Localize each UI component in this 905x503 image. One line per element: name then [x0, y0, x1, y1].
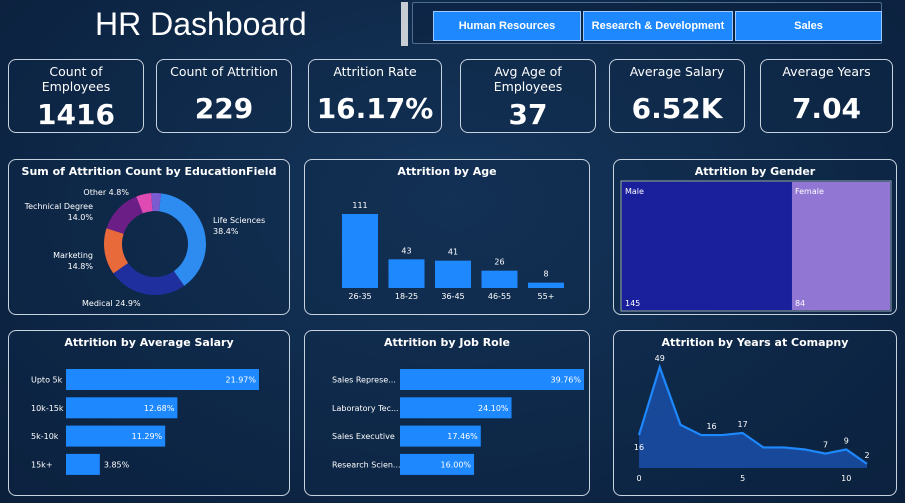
hbar-category-label: Laboratory Tec...: [332, 404, 399, 413]
hbar-value-label: 24.10%: [478, 404, 509, 413]
hbar-category-label: Sales Executive: [332, 432, 395, 441]
kpi-value: 16.17%: [316, 92, 434, 125]
kpi-label: Count of Attrition: [170, 64, 278, 79]
age-bar-value: 43: [401, 246, 411, 255]
donut-value: 14.0%: [68, 213, 94, 222]
gender-chart-panel: Attrition by Gender Male Female 145 84: [613, 159, 897, 315]
kpi-value: 229: [194, 92, 254, 125]
age-tick-label: 36-45: [441, 292, 464, 301]
hbar-category-label: Upto 5k: [31, 376, 63, 385]
age-bar: [435, 260, 471, 288]
job-role-bar-chart: Sales Represe... 39.76% Laboratory Tec... 2…: [332, 369, 584, 475]
department-slicer: Human Resources Research & Development S…: [412, 2, 882, 44]
slicer-human-resources-button[interactable]: Human Resources: [433, 11, 581, 41]
area-point-label: 2: [864, 451, 869, 460]
kpi-value: 37: [508, 98, 548, 131]
age-bar: [481, 270, 518, 288]
donut-value: 14.8%: [68, 262, 94, 271]
area-point-label: 17: [738, 420, 748, 429]
page-title: HR Dashboard: [95, 6, 307, 42]
slicer-sales-button[interactable]: Sales: [735, 11, 882, 41]
kpi-card-attrition-rate: Attrition Rate 16.17%: [308, 59, 442, 133]
education-field-chart-panel: Sum of Attrition Count by EducationField…: [8, 159, 290, 315]
treemap-value: 84: [795, 299, 805, 308]
age-bar: [528, 282, 564, 288]
hbar-category-label: Research Scien...: [332, 460, 401, 469]
age-bar-value: 111: [352, 201, 367, 210]
age-bar-value: 26: [494, 258, 504, 267]
age-chart-panel: Attrition by Age 111 26-35 43 18-25 41 36-45 2…: [304, 159, 590, 315]
education-field-donut-chart: Life Sciences 38.4% Medical 24.9% Marketing…: [24, 188, 266, 308]
hbar-category-label: 15k+: [31, 460, 53, 469]
kpi-label: Average Years: [782, 64, 871, 79]
age-tick-label: 26-35: [348, 292, 371, 301]
kpi-card-attrition-count: Count of Attrition 229: [156, 59, 292, 133]
kpi-label: Count of Employees: [41, 64, 111, 94]
kpi-label: Avg Age of Employees: [493, 64, 563, 94]
area-point-label: 49: [655, 354, 665, 363]
age-bar: [388, 259, 425, 288]
salary-chart-panel: Attrition by Average Salary Upto 5k 21.97…: [8, 330, 290, 496]
area-x-tick: 5: [740, 474, 745, 483]
treemap-cell-male: [622, 182, 792, 310]
kpi-value: 6.52K: [631, 92, 723, 125]
kpi-card-average-years: Average Years 7.04: [760, 59, 893, 133]
hbar-value-label: 21.97%: [225, 376, 256, 385]
hbar-value-label: 11.29%: [132, 432, 163, 441]
gender-treemap: Male Female 145 84: [620, 180, 892, 312]
age-bar-chart: 111 26-35 43 18-25 41 36-45 26 46-55 8 55+: [342, 201, 564, 301]
hbar-value-label: 39.76%: [550, 376, 581, 385]
area-x-tick: 10: [841, 474, 851, 483]
salary-bar-chart: Upto 5k 21.97% 10k-15k 12.68% 5k-10k 11.29% 15…: [31, 369, 259, 475]
slicer-research-development-button[interactable]: Research & Development: [583, 11, 733, 41]
hbar-value-label: 3.85%: [104, 460, 130, 469]
years-chart-panel: Attrition by Years at Comapny 16 49 16 17 7 9…: [613, 330, 897, 496]
donut-slice: [158, 193, 207, 286]
area-point-label: 16: [706, 422, 716, 431]
donut-label: Other 4.8%: [83, 188, 129, 197]
donut-value: 38.4%: [213, 227, 239, 236]
hbar-value-label: 12.68%: [144, 404, 175, 413]
hbar-value-label: 17.46%: [447, 432, 478, 441]
age-bar-value: 41: [448, 248, 458, 257]
donut-slice: [106, 196, 143, 234]
kpi-label: Average Salary: [629, 64, 725, 79]
kpi-value: 1416: [37, 98, 115, 131]
age-bar: [342, 214, 378, 288]
kpi-card-employees: Count of Employees 1416: [8, 59, 144, 133]
age-tick-label: 46-55: [488, 292, 511, 301]
area-point-label: 9: [844, 436, 849, 445]
hbar-category-label: 10k-15k: [31, 404, 64, 413]
area-x-tick: 0: [636, 474, 641, 483]
donut-label: Marketing: [53, 251, 93, 260]
donut-slice: [113, 263, 185, 295]
age-bar-value: 8: [543, 270, 548, 279]
hbar: [66, 453, 100, 475]
area-point-label: 16: [634, 443, 644, 452]
header-divider: [401, 2, 408, 46]
donut-label: Technical Degree: [24, 202, 93, 211]
treemap-label: Female: [795, 187, 824, 196]
area-point-label: 7: [823, 441, 828, 450]
treemap-label: Male: [625, 187, 644, 196]
treemap-value: 145: [625, 299, 640, 308]
hbar-category-label: Sales Represe...: [332, 376, 396, 385]
age-tick-label: 18-25: [395, 292, 418, 301]
hbar-category-label: 5k-10k: [31, 432, 59, 441]
hbar-value-label: 16.00%: [441, 460, 472, 469]
kpi-value: 7.04: [791, 92, 862, 125]
years-area-chart: 16 49 16 17 7 9 2 0 5 10: [634, 354, 870, 483]
donut-label: Medical 24.9%: [82, 299, 141, 308]
donut-label: Life Sciences: [213, 216, 265, 225]
kpi-card-avg-age: Avg Age of Employees 37: [460, 59, 596, 133]
kpi-label: Attrition Rate: [333, 64, 417, 79]
kpi-card-average-salary: Average Salary 6.52K: [609, 59, 745, 133]
treemap-cell-female: [791, 182, 890, 310]
job-role-chart-panel: Attrition by Job Role Sales Represe... 39…: [304, 330, 590, 496]
age-tick-label: 55+: [538, 292, 555, 301]
